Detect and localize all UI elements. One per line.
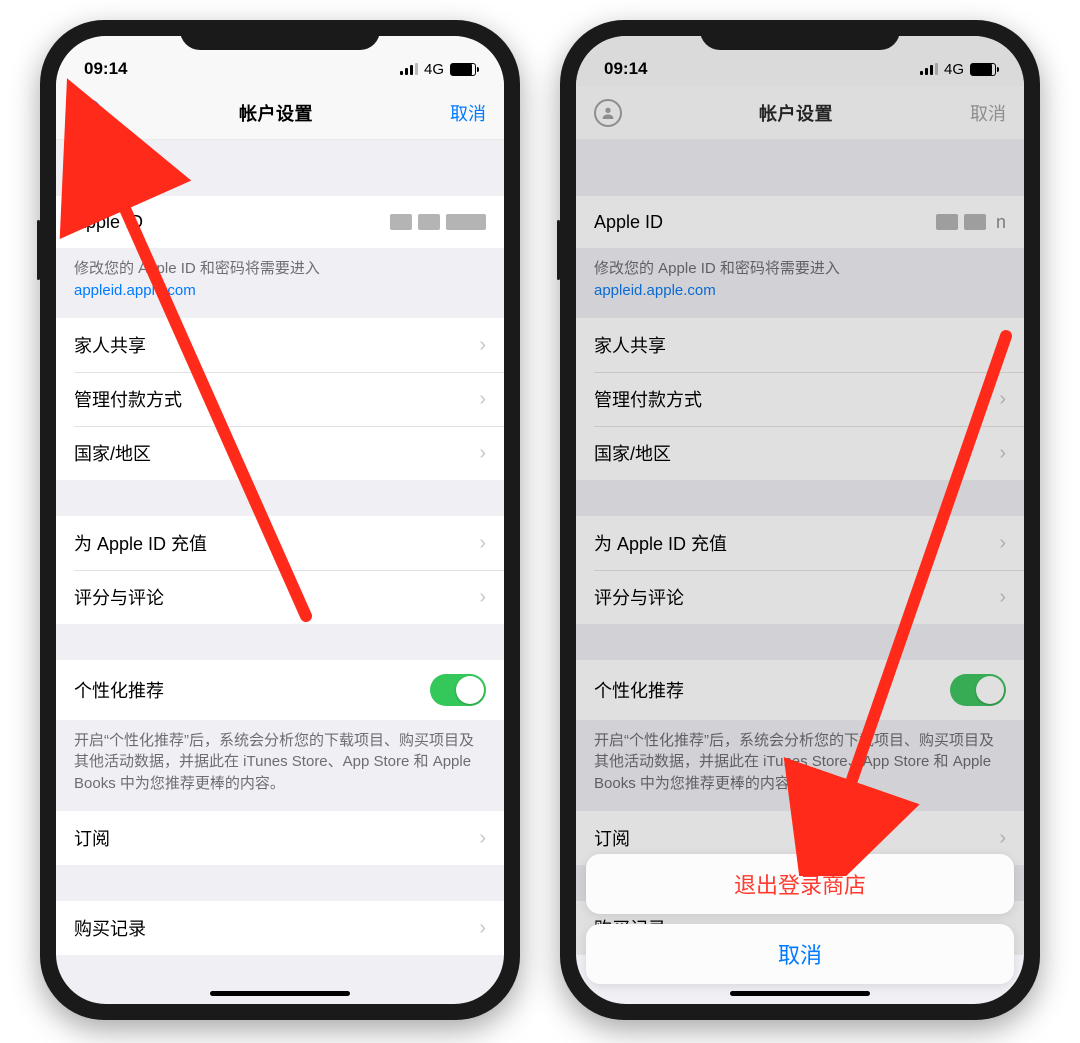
chevron-right-icon: › — [479, 533, 486, 553]
row-label: 评分与评论 — [594, 584, 684, 610]
nav-bar: 帐户设置 取消 — [576, 86, 1024, 140]
chevron-right-icon: › — [999, 587, 1006, 607]
purchase-history-row[interactable]: 购买记录 › — [56, 901, 504, 955]
chevron-right-icon: › — [999, 533, 1006, 553]
status-right: 4G — [920, 61, 996, 78]
notch — [700, 20, 900, 50]
apple-id-value-redacted — [936, 214, 986, 230]
signal-icon — [400, 63, 418, 75]
manage-payment-row[interactable]: 管理付款方式 › — [576, 372, 1024, 426]
chevron-right-icon: › — [479, 443, 486, 463]
row-label: 国家/地区 — [74, 440, 151, 466]
manage-payment-row[interactable]: 管理付款方式 › — [56, 372, 504, 426]
row-label: 为 Apple ID 充值 — [74, 530, 207, 556]
action-sheet: 退出登录商店 取消 — [586, 854, 1014, 984]
battery-icon — [970, 63, 996, 76]
family-sharing-row[interactable]: 家人共享 › — [576, 318, 1024, 372]
chevron-right-icon: › — [999, 389, 1006, 409]
appleid-link[interactable]: appleid.apple.com — [594, 282, 716, 299]
group-3: 个性化推荐 — [576, 660, 1024, 720]
group-2: 为 Apple ID 充值 › 评分与评论 › — [576, 516, 1024, 624]
notch — [180, 20, 380, 50]
group-1: 家人共享 › 管理付款方式 › 国家/地区 › — [56, 318, 504, 480]
cancel-button[interactable]: 取消 — [450, 100, 486, 126]
settings-list: Apple ID 修改您的 Apple ID 和密码将需要进入 appleid.… — [56, 140, 504, 955]
action-sheet-cancel-button[interactable]: 取消 — [586, 924, 1014, 984]
ratings-reviews-row[interactable]: 评分与评论 › — [576, 570, 1024, 624]
chevron-right-icon: › — [999, 335, 1006, 355]
signal-icon — [920, 63, 938, 75]
chevron-right-icon: › — [479, 918, 486, 938]
row-label: 管理付款方式 — [594, 386, 702, 412]
group-apple-id: Apple ID — [56, 196, 504, 248]
apple-id-value-redacted — [390, 214, 486, 230]
group-5: 购买记录 › — [56, 901, 504, 955]
apple-id-hint: 修改您的 Apple ID 和密码将需要进入 appleid.apple.com — [56, 248, 504, 318]
row-label: 为 Apple ID 充值 — [594, 530, 727, 556]
group-4: 订阅 › — [56, 811, 504, 865]
apple-id-row[interactable]: Apple ID — [56, 196, 504, 248]
sign-out-button[interactable]: 退出登录商店 — [586, 854, 1014, 914]
row-label: 管理付款方式 — [74, 386, 182, 412]
row-label: 国家/地区 — [594, 440, 671, 466]
appleid-link[interactable]: appleid.apple.com — [74, 282, 196, 299]
status-time: 09:14 — [84, 59, 127, 79]
row-label: 评分与评论 — [74, 584, 164, 610]
chevron-right-icon: › — [999, 828, 1006, 848]
row-label: 订阅 — [74, 825, 110, 851]
row-label: 订阅 — [594, 825, 630, 851]
chevron-right-icon: › — [479, 389, 486, 409]
personalized-recs-toggle[interactable] — [430, 674, 486, 706]
settings-list: Apple ID n 修改您的 Apple ID 和密码将需要进入 applei… — [576, 140, 1024, 955]
phone-right: 09:14 4G 帐户设置 取消 Apple ID — [560, 20, 1040, 1020]
network-label: 4G — [424, 61, 444, 78]
add-funds-row[interactable]: 为 Apple ID 充值 › — [56, 516, 504, 570]
apple-id-row[interactable]: Apple ID n — [576, 196, 1024, 248]
family-sharing-row[interactable]: 家人共享 › — [56, 318, 504, 372]
apple-id-label: Apple ID — [74, 212, 143, 233]
phone-left: 09:14 4G 帐户设置 取消 Ap — [40, 20, 520, 1020]
group-apple-id: Apple ID n — [576, 196, 1024, 248]
personalized-recs-hint: 开启“个性化推荐”后，系统会分析您的下载项目、购买项目及其他活动数据，并据此在 … — [576, 720, 1024, 811]
battery-icon — [450, 63, 476, 76]
apple-id-trail: n — [996, 212, 1006, 233]
home-indicator — [730, 991, 870, 996]
personalized-recs-toggle[interactable] — [950, 674, 1006, 706]
nav-title: 帐户设置 — [239, 100, 313, 126]
cancel-button[interactable]: 取消 — [970, 100, 1006, 126]
row-label: 家人共享 — [74, 332, 146, 358]
nav-title: 帐户设置 — [759, 100, 833, 126]
personalized-recs-row: 个性化推荐 — [576, 660, 1024, 720]
status-right: 4G — [400, 61, 476, 78]
group-3: 个性化推荐 — [56, 660, 504, 720]
group-1: 家人共享 › 管理付款方式 › 国家/地区 › — [576, 318, 1024, 480]
group-2: 为 Apple ID 充值 › 评分与评论 › — [56, 516, 504, 624]
country-region-row[interactable]: 国家/地区 › — [576, 426, 1024, 480]
chevron-right-icon: › — [999, 443, 1006, 463]
profile-icon[interactable] — [74, 99, 102, 127]
network-label: 4G — [944, 61, 964, 78]
chevron-right-icon: › — [479, 587, 486, 607]
subscriptions-row[interactable]: 订阅 › — [56, 811, 504, 865]
ratings-reviews-row[interactable]: 评分与评论 › — [56, 570, 504, 624]
apple-id-label: Apple ID — [594, 212, 663, 233]
profile-icon[interactable] — [594, 99, 622, 127]
chevron-right-icon: › — [479, 335, 486, 355]
personalized-recs-row: 个性化推荐 — [56, 660, 504, 720]
chevron-right-icon: › — [479, 828, 486, 848]
row-label: 个性化推荐 — [594, 677, 684, 703]
row-label: 家人共享 — [594, 332, 666, 358]
add-funds-row[interactable]: 为 Apple ID 充值 › — [576, 516, 1024, 570]
row-label: 个性化推荐 — [74, 677, 164, 703]
row-label: 购买记录 — [74, 915, 146, 941]
home-indicator — [210, 991, 350, 996]
apple-id-hint: 修改您的 Apple ID 和密码将需要进入 appleid.apple.com — [576, 248, 1024, 318]
personalized-recs-hint: 开启“个性化推荐”后，系统会分析您的下载项目、购买项目及其他活动数据，并据此在 … — [56, 720, 504, 811]
status-time: 09:14 — [604, 59, 647, 79]
nav-bar: 帐户设置 取消 — [56, 86, 504, 140]
country-region-row[interactable]: 国家/地区 › — [56, 426, 504, 480]
